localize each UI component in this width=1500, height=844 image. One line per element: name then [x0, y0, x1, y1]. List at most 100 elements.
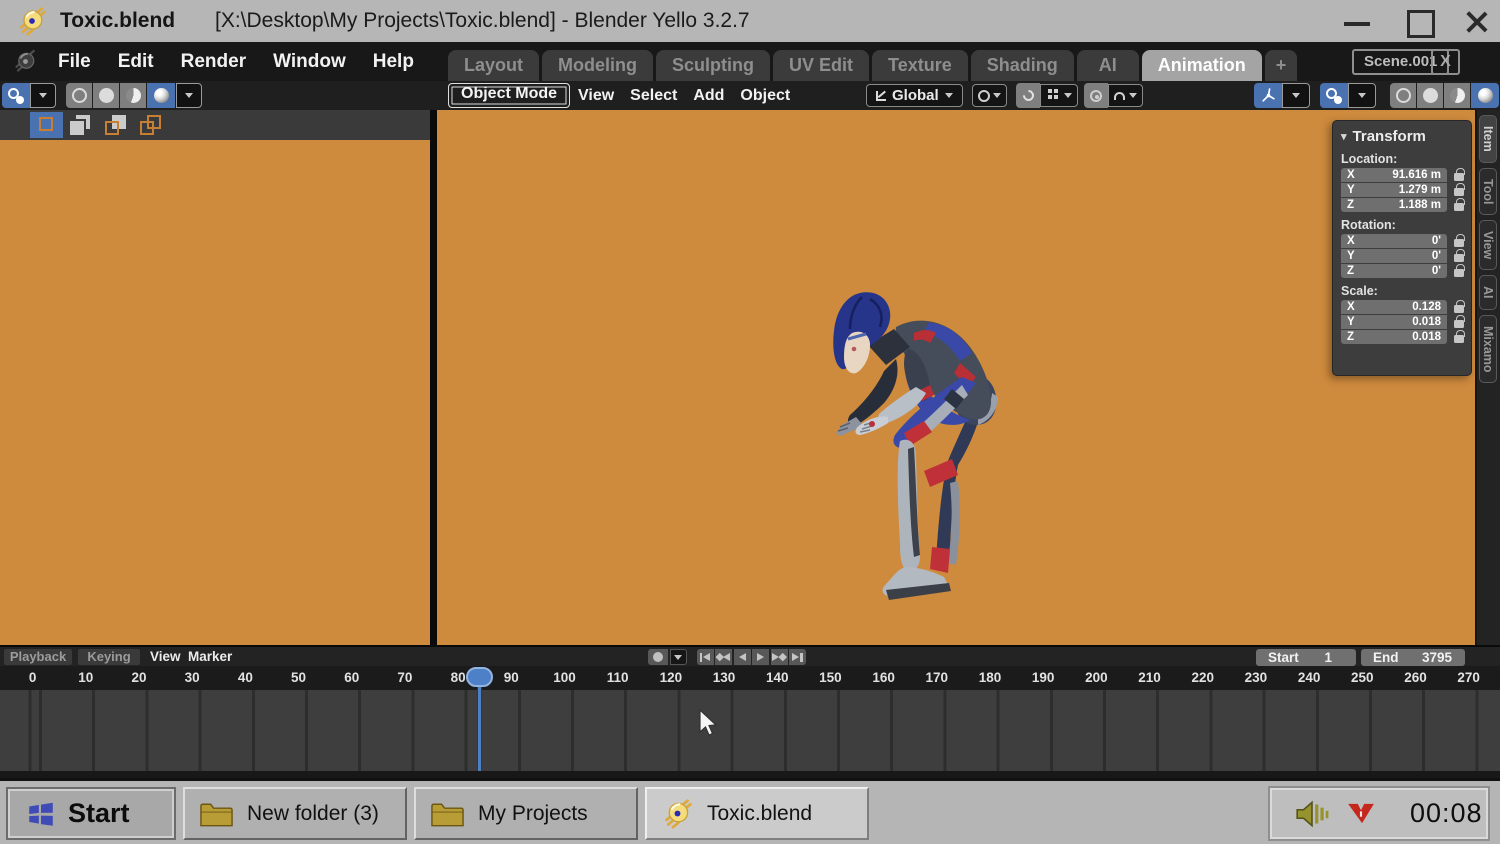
scale-z-field[interactable]: Z0.018	[1341, 330, 1447, 344]
play-reverse-button[interactable]	[734, 649, 751, 665]
location-y-field[interactable]: Y1.279 m	[1341, 183, 1447, 197]
window-close-button[interactable]	[1456, 0, 1496, 42]
interaction-mode-button[interactable]: Object Mode	[448, 83, 570, 108]
shading-wireframe-button[interactable]	[66, 83, 92, 108]
timeline-ruler[interactable]: 0102030405060708090100110120130140150160…	[6, 666, 1500, 690]
timeline-marker-menu[interactable]: Marker	[188, 647, 232, 668]
menu-render[interactable]: Render	[181, 51, 246, 73]
playhead-line[interactable]	[477, 687, 482, 771]
lock-icon[interactable]	[1454, 203, 1464, 211]
lock-icon[interactable]	[1454, 188, 1464, 196]
workspace-tab-uv-edit[interactable]: UV Edit	[773, 50, 869, 81]
location-x-field[interactable]: X91.616 m	[1341, 168, 1447, 182]
shading-rendered-button[interactable]	[147, 83, 175, 108]
frame-start-field[interactable]: Start 1	[1256, 649, 1356, 666]
menu-edit[interactable]: Edit	[118, 51, 154, 73]
viewport-3d[interactable]: ▾ Transform Location:X91.616 mY1.279 mZ1…	[437, 110, 1475, 645]
window-maximize-button[interactable]	[1398, 0, 1438, 42]
timeline-track-area[interactable]	[0, 690, 1500, 771]
window-minimize-button[interactable]	[1337, 0, 1377, 42]
rotation-x-field[interactable]: X0'	[1341, 234, 1447, 248]
shading-material-button[interactable]	[120, 83, 146, 108]
show-gizmo-button[interactable]	[1254, 83, 1282, 108]
editor-type-dropdown[interactable]	[30, 83, 56, 108]
viewport-solid-button[interactable]	[1417, 83, 1443, 108]
workspace-tab-animation[interactable]: Animation	[1142, 50, 1262, 81]
editor-type-button[interactable]	[2, 83, 30, 108]
viewport-menu-view[interactable]: View	[578, 87, 614, 105]
auto-keying-button[interactable]	[648, 649, 668, 665]
lock-icon[interactable]	[1454, 320, 1464, 328]
sidebar-tab-tool[interactable]: Tool	[1479, 168, 1497, 215]
menu-window[interactable]: Window	[273, 51, 346, 73]
transform-panel-header[interactable]: ▾ Transform	[1333, 126, 1471, 149]
lock-icon[interactable]	[1454, 254, 1464, 262]
workspace-tab-texture[interactable]: Texture	[872, 50, 968, 81]
pivot-point-dropdown[interactable]	[972, 84, 1007, 107]
workspace-tab-shading[interactable]: Shading	[971, 50, 1074, 81]
antivirus-icon[interactable]	[1346, 800, 1376, 827]
viewport-wireframe-button[interactable]	[1390, 83, 1416, 108]
add-workspace-button[interactable]: +	[1265, 50, 1298, 81]
taskbar-item-my-projects[interactable]: My Projects	[414, 787, 638, 840]
next-keyframe-button[interactable]	[771, 649, 788, 665]
menu-help[interactable]: Help	[373, 51, 414, 73]
workspace-tab-layout[interactable]: Layout	[448, 50, 539, 81]
sidebar-tab-item[interactable]: Item	[1479, 115, 1497, 163]
workspace-tab-modeling[interactable]: Modeling	[542, 50, 653, 81]
menu-file[interactable]: File	[58, 51, 91, 73]
viewport-material-button[interactable]	[1444, 83, 1470, 108]
select-mode-button-4[interactable]	[135, 112, 168, 138]
scene-close-button[interactable]: X	[1431, 49, 1460, 75]
playhead-handle[interactable]	[466, 667, 493, 687]
lock-icon[interactable]	[1454, 305, 1464, 313]
transform-orientation-dropdown[interactable]: Global	[866, 84, 963, 107]
select-mode-button-1[interactable]	[30, 112, 63, 138]
jump-to-start-button[interactable]	[697, 649, 714, 665]
frame-end-field[interactable]: End 3795	[1361, 649, 1465, 666]
scale-y-field[interactable]: Y0.018	[1341, 315, 1447, 329]
scale-x-field[interactable]: X0.128	[1341, 300, 1447, 314]
auto-keying-dropdown[interactable]	[670, 649, 687, 665]
workspace-tab-sculpting[interactable]: Sculpting	[656, 50, 770, 81]
shading-solid-button[interactable]	[93, 83, 119, 108]
snap-settings-dropdown[interactable]	[1040, 84, 1078, 107]
timeline-view-menu[interactable]: View	[150, 647, 181, 668]
shading-dropdown[interactable]	[176, 83, 202, 108]
prev-keyframe-button[interactable]	[715, 649, 732, 665]
viewport-menu-add[interactable]: Add	[693, 87, 724, 105]
jump-to-end-button[interactable]	[789, 649, 806, 665]
falloff-dropdown[interactable]	[1108, 84, 1143, 107]
lock-icon[interactable]	[1454, 269, 1464, 277]
proportional-edit-button[interactable]	[1084, 83, 1108, 108]
start-button[interactable]: Start	[6, 787, 176, 840]
lock-icon[interactable]	[1454, 239, 1464, 247]
sidebar-tab-ai[interactable]: AI	[1479, 275, 1497, 310]
sidebar-tab-mixamo[interactable]: Mixamo	[1479, 315, 1497, 384]
lock-icon[interactable]	[1454, 335, 1464, 343]
sidebar-tab-view[interactable]: View	[1479, 220, 1497, 270]
taskbar-item-new-folder-3[interactable]: New folder (3)	[183, 787, 407, 840]
location-z-field[interactable]: Z1.188 m	[1341, 198, 1447, 212]
secondary-viewport[interactable]	[0, 110, 430, 645]
viewport-menu-select[interactable]: Select	[630, 87, 677, 105]
viewport-rendered-button[interactable]	[1471, 83, 1499, 108]
show-overlays-button[interactable]	[1320, 83, 1348, 108]
workspace-tab-ai[interactable]: AI	[1077, 50, 1139, 81]
volume-icon[interactable]	[1294, 799, 1330, 829]
lock-icon[interactable]	[1454, 173, 1464, 181]
viewport-divider[interactable]	[430, 110, 437, 645]
rotation-z-field[interactable]: Z0'	[1341, 264, 1447, 278]
select-mode-button-3[interactable]	[100, 112, 133, 138]
character-model[interactable]	[810, 285, 1010, 615]
taskbar-item-toxic-blend[interactable]: Toxic.blend	[645, 787, 869, 840]
overlays-dropdown[interactable]	[1348, 83, 1376, 108]
viewport-menu-object[interactable]: Object	[740, 87, 790, 105]
playback-menu-button[interactable]: Playback	[4, 649, 72, 665]
snap-toggle-button[interactable]	[1016, 83, 1040, 108]
select-mode-button-2[interactable]	[65, 112, 98, 138]
play-button[interactable]	[752, 649, 769, 665]
keying-menu-button[interactable]: Keying	[78, 649, 140, 665]
blender-menu-icon[interactable]	[12, 48, 39, 75]
gizmo-dropdown[interactable]	[1282, 83, 1310, 108]
